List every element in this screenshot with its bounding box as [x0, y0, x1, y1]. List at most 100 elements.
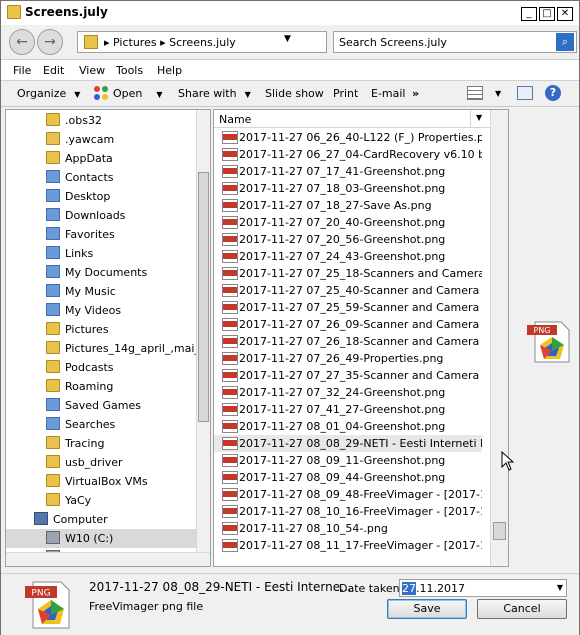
file-row[interactable]: 2017-11-27 08_11_17-FreeVimager - [2017-…: [214, 537, 482, 554]
file-name: 2017-11-27 07_32_24-Greenshot.png: [239, 386, 446, 399]
column-name-label: Name: [219, 113, 252, 126]
nav-vertical-scrollbar[interactable]: [196, 110, 210, 554]
close-button[interactable]: ✕: [557, 7, 573, 21]
menu-file[interactable]: File: [13, 64, 31, 77]
file-vertical-scrollbar[interactable]: [490, 110, 508, 566]
tree-item-label: Computer: [53, 513, 108, 526]
column-header-name[interactable]: Name ▼: [214, 110, 498, 128]
tree-item[interactable]: Contacts: [6, 168, 196, 187]
file-row[interactable]: 2017-11-27 07_20_40-Greenshot.png: [214, 214, 482, 231]
email-button[interactable]: E-mail: [371, 87, 406, 100]
chevron-down-icon[interactable]: ▼: [476, 113, 482, 122]
tree-item[interactable]: Roaming: [6, 377, 196, 396]
chevron-down-icon[interactable]: ▼: [557, 583, 563, 592]
file-row[interactable]: 2017-11-27 08_09_48-FreeVimager - [2017-…: [214, 486, 482, 503]
breadcrumb: ▸ Pictures ▸ Screens.july: [104, 36, 236, 49]
file-scroll-thumb[interactable]: [493, 522, 506, 540]
menu-help[interactable]: Help: [157, 64, 182, 77]
tree-item[interactable]: Favorites: [6, 225, 196, 244]
date-taken-label: Date taken:: [339, 582, 404, 595]
file-row[interactable]: 2017-11-27 08_01_04-Greenshot.png: [214, 418, 482, 435]
menu-edit[interactable]: Edit: [43, 64, 64, 77]
breadcrumb-pictures[interactable]: Pictures: [113, 36, 157, 49]
file-row[interactable]: 2017-11-27 07_17_41-Greenshot.png: [214, 163, 482, 180]
file-row[interactable]: 2017-11-27 07_25_59-Scanner and Camera I…: [214, 299, 482, 316]
file-row[interactable]: 2017-11-27 08_08_29-NETI - Eesti Interne…: [214, 435, 482, 452]
minimize-button[interactable]: _: [521, 7, 537, 21]
file-row[interactable]: 2017-11-27 07_25_40-Scanner and Camera I…: [214, 282, 482, 299]
file-row[interactable]: 2017-11-27 07_41_27-Greenshot.png: [214, 401, 482, 418]
tree-item[interactable]: My Videos: [6, 301, 196, 320]
selected-file-name: 2017-11-27 08_08_29-NETI - Eesti Interne…: [89, 580, 352, 594]
tree-item[interactable]: My Music: [6, 282, 196, 301]
file-row[interactable]: 2017-11-27 06_27_04-CardRecovery v6.10 b…: [214, 146, 482, 163]
file-row[interactable]: 2017-11-27 08_09_11-Greenshot.png: [214, 452, 482, 469]
menu-view[interactable]: View: [79, 64, 105, 77]
breadcrumb-screens-july[interactable]: Screens.july: [169, 36, 236, 49]
tree-item[interactable]: .obs32: [6, 111, 196, 130]
tree-item[interactable]: Desktop: [6, 187, 196, 206]
nav-horizontal-scrollbar[interactable]: [6, 552, 210, 566]
file-name: 2017-11-27 06_27_04-CardRecovery v6.10 b…: [239, 148, 482, 161]
save-button[interactable]: Save: [387, 599, 467, 619]
tree-item[interactable]: Saved Games: [6, 396, 196, 415]
file-row[interactable]: 2017-11-27 07_18_27-Save As.png: [214, 197, 482, 214]
tree-item[interactable]: Pictures_14g_april_,mai_20: [6, 339, 196, 358]
file-row[interactable]: 2017-11-27 08_09_44-Greenshot.png: [214, 469, 482, 486]
preview-pane-icon[interactable]: [517, 86, 533, 100]
tree-item[interactable]: YaCy: [6, 491, 196, 510]
file-row[interactable]: 2017-11-27 07_26_18-Scanner and Camera I…: [214, 333, 482, 350]
tree-item[interactable]: W10 (C:): [6, 529, 196, 548]
png-file-icon: [222, 250, 238, 263]
forward-button[interactable]: →: [37, 29, 63, 55]
maximize-button[interactable]: □: [539, 7, 555, 21]
back-button[interactable]: ←: [9, 29, 35, 55]
open-button[interactable]: Open ▼: [113, 87, 163, 100]
file-row[interactable]: 2017-11-27 07_26_49-Properties.png: [214, 350, 482, 367]
print-button[interactable]: Print: [333, 87, 358, 100]
file-row[interactable]: 2017-11-27 07_18_03-Greenshot.png: [214, 180, 482, 197]
tree-item[interactable]: VirtualBox VMs: [6, 472, 196, 491]
tree-item[interactable]: AppData: [6, 149, 196, 168]
address-bar[interactable]: ▸ Pictures ▸ Screens.july ▼ ⟳: [77, 31, 398, 53]
file-row[interactable]: 2017-11-27 07_25_18-Scanners and Cameras…: [214, 265, 482, 282]
search-input[interactable]: Search Screens.july ⌕: [333, 31, 577, 53]
tree-item[interactable]: Pictures: [6, 320, 196, 339]
more-commands-button[interactable]: »: [412, 87, 419, 100]
file-row[interactable]: 2017-11-27 06_26_40-L122 (F_) Properties…: [214, 129, 482, 146]
cancel-button[interactable]: Cancel: [477, 599, 567, 619]
tree-item[interactable]: Tracing: [6, 434, 196, 453]
column-divider[interactable]: [470, 110, 471, 128]
tree-item-label: Downloads: [65, 209, 126, 222]
file-row[interactable]: 2017-11-27 08_10_16-FreeVimager - [2017-…: [214, 503, 482, 520]
nav-scroll-thumb[interactable]: [198, 172, 209, 422]
tree-item[interactable]: My Documents: [6, 263, 196, 282]
chevron-down-icon[interactable]: ▼: [284, 34, 291, 44]
file-row[interactable]: 2017-11-27 07_27_35-Scanner and Camera I…: [214, 367, 482, 384]
tree-item[interactable]: Podcasts: [6, 358, 196, 377]
special-icon: [46, 417, 60, 430]
tree-item[interactable]: Links: [6, 244, 196, 263]
help-icon[interactable]: ?: [545, 85, 561, 101]
tree-item[interactable]: usb_driver: [6, 453, 196, 472]
date-taken-field[interactable]: 27.11.2017 ▼: [399, 579, 567, 597]
menu-tools[interactable]: Tools: [116, 64, 143, 77]
search-icon[interactable]: ⌕: [556, 33, 574, 51]
file-name: 2017-11-27 07_18_27-Save As.png: [239, 199, 432, 212]
file-row[interactable]: 2017-11-27 08_10_54-.png: [214, 520, 482, 537]
file-row[interactable]: 2017-11-27 07_26_09-Scanner and Camera I…: [214, 316, 482, 333]
slide-show-button[interactable]: Slide show: [265, 87, 324, 100]
details-pane: PNG 2017-11-27 08_08_29-NETI - Eesti Int…: [1, 573, 579, 635]
chevron-down-icon[interactable]: ▼: [495, 89, 501, 98]
organize-button[interactable]: Organize ▼: [17, 87, 80, 100]
tree-item[interactable]: Computer: [6, 510, 196, 529]
tree-item[interactable]: Downloads: [6, 206, 196, 225]
share-with-button[interactable]: Share with ▼: [178, 87, 251, 100]
file-row[interactable]: 2017-11-27 07_24_43-Greenshot.png: [214, 248, 482, 265]
tree-item[interactable]: .yawcam: [6, 130, 196, 149]
tree-item-label: Favorites: [65, 228, 115, 241]
tree-item[interactable]: Searches: [6, 415, 196, 434]
file-row[interactable]: 2017-11-27 07_20_56-Greenshot.png: [214, 231, 482, 248]
file-row[interactable]: 2017-11-27 07_32_24-Greenshot.png: [214, 384, 482, 401]
change-view-icon[interactable]: [467, 86, 483, 100]
